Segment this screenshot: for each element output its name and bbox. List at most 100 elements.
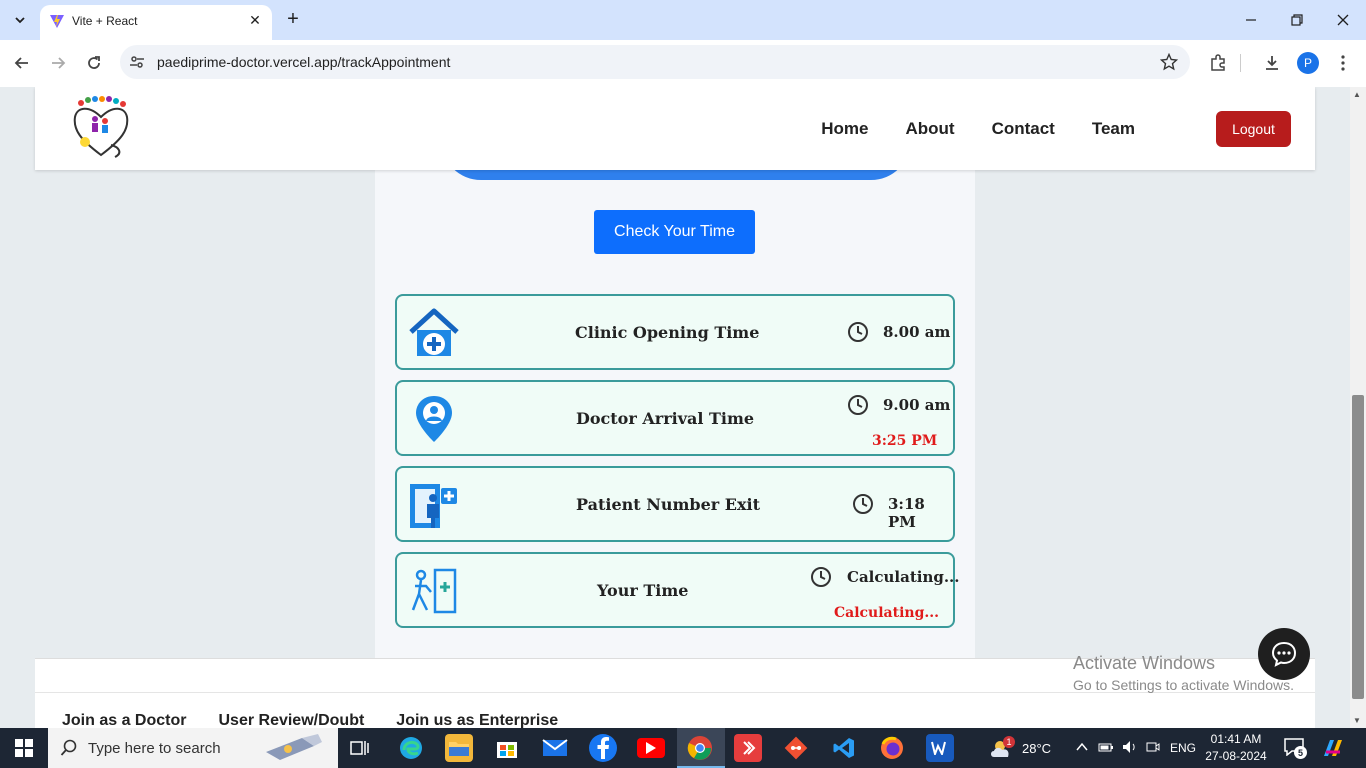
taskbar-anydesk[interactable]	[734, 734, 762, 762]
weather-widget[interactable]: 1 28°C	[988, 728, 1051, 768]
search-highlight-illustration-icon	[266, 734, 322, 760]
close-icon	[1337, 14, 1349, 26]
patient-exit-door-icon	[410, 484, 457, 528]
back-button[interactable]	[11, 52, 33, 74]
row-value: 9.00 am	[883, 396, 951, 414]
nav-links: Home About Contact Team	[821, 119, 1135, 139]
nav-team[interactable]: Team	[1092, 119, 1135, 139]
youtube-play-icon	[646, 742, 656, 754]
input-language[interactable]: ENG	[1170, 741, 1196, 755]
clinic-opening-row: Clinic Opening Time 8.00 am	[395, 294, 955, 370]
volume-icon[interactable]	[1122, 740, 1138, 757]
row-value: 8.00 am	[883, 323, 951, 341]
copilot-button[interactable]	[1320, 736, 1346, 760]
nav-home[interactable]: Home	[821, 119, 868, 139]
notification-center-button[interactable]: 5	[1284, 738, 1307, 759]
footer-links: Join as a Doctor User Review/Doubt Join …	[62, 712, 558, 728]
anydesk-icon	[743, 741, 756, 755]
search-placeholder: Type here to search	[88, 740, 221, 757]
windows-logo-icon	[15, 739, 33, 757]
reload-icon	[88, 56, 100, 69]
address-bar[interactable]: paediprime-doctor.vercel.app/trackAppoin…	[120, 45, 1190, 79]
row-label: Doctor Arrival Time	[576, 409, 755, 428]
downloads-button[interactable]	[1261, 52, 1283, 74]
row-label: Your Time	[597, 581, 689, 600]
clock-icon	[848, 395, 868, 415]
site-settings-icon[interactable]	[129, 54, 145, 70]
edge-icon	[400, 737, 422, 759]
scrollbar-thumb[interactable]	[1352, 395, 1364, 699]
taskbar-clock[interactable]: 01:41 AM 27-08-2024	[1200, 731, 1272, 765]
clock-icon	[848, 322, 868, 342]
taskbar-firefox[interactable]	[878, 734, 906, 762]
forward-button[interactable]	[47, 52, 69, 74]
close-window-button[interactable]	[1328, 8, 1358, 32]
chevron-up-icon[interactable]	[1076, 741, 1088, 755]
taskbar-facebook[interactable]	[589, 734, 617, 762]
git-icon	[784, 736, 808, 760]
puzzle-icon	[1211, 54, 1225, 71]
notification-count-badge: 5	[1294, 746, 1307, 759]
weather-badge: 1	[1003, 736, 1015, 748]
tab-title: Vite + React	[72, 14, 138, 28]
patient-exit-row: Patient Number Exit 3:18 PM	[395, 466, 955, 542]
row-label: Clinic Opening Time	[575, 323, 760, 342]
page-viewport: Home About Contact Team Logout Check You…	[0, 87, 1350, 728]
taskbar-vscode[interactable]	[830, 734, 858, 762]
row-value: Calculating...	[847, 568, 960, 586]
nav-contact[interactable]: Contact	[992, 119, 1055, 139]
taskbar-file-explorer[interactable]	[445, 734, 473, 762]
clock-time: 01:41 AM	[1210, 732, 1262, 746]
check-your-time-button[interactable]: Check Your Time	[594, 210, 755, 254]
taskbar-youtube[interactable]	[637, 738, 665, 758]
reload-button[interactable]	[83, 52, 105, 74]
start-button[interactable]	[0, 728, 48, 768]
browser-tab-bar: Vite + React ✕ +	[0, 0, 1366, 40]
scroll-down-arrow-icon[interactable]: ▼	[1353, 716, 1361, 725]
tab-close-icon[interactable]: ✕	[246, 11, 264, 29]
footer-user-review-link[interactable]: User Review/Doubt	[218, 712, 364, 728]
browser-menu-button[interactable]	[1332, 52, 1354, 74]
logout-button[interactable]: Logout	[1216, 111, 1291, 147]
taskbar-git[interactable]	[782, 734, 810, 762]
row-value: 3:18 PM	[888, 495, 925, 531]
paediprime-logo[interactable]	[71, 95, 131, 161]
restore-icon	[1291, 14, 1303, 26]
footer-join-doctor-link[interactable]: Join as a Doctor	[62, 712, 186, 728]
download-icon	[1266, 56, 1278, 70]
new-tab-button[interactable]: +	[283, 9, 303, 29]
meet-now-icon[interactable]	[1146, 740, 1160, 757]
browser-toolbar: paediprime-doctor.vercel.app/trackAppoin…	[0, 40, 1366, 87]
windows-taskbar: Type here to search 1 28°C ENG 01:41 AM …	[0, 728, 1366, 768]
tab-search-dropdown[interactable]	[8, 9, 32, 31]
battery-network-icon[interactable]	[1098, 741, 1114, 756]
taskbar-store[interactable]	[493, 734, 521, 762]
nav-about[interactable]: About	[905, 119, 954, 139]
page-scrollbar[interactable]: ▲ ▼	[1350, 87, 1366, 728]
weather-temperature: 28°C	[1022, 740, 1052, 756]
chat-bubble-icon	[1271, 641, 1297, 667]
taskbar-search-box[interactable]: Type here to search	[48, 728, 338, 768]
track-appointment-panel: Check Your Time Clinic Opening Time 8.00…	[375, 87, 975, 658]
taskbar-chrome-active[interactable]	[677, 728, 725, 768]
taskbar-edge[interactable]	[397, 734, 425, 762]
bookmark-star-icon[interactable]	[1160, 53, 1178, 71]
chrome-icon	[687, 736, 712, 760]
vite-logo-icon	[50, 15, 64, 28]
facebook-icon	[597, 737, 609, 759]
taskbar-mail[interactable]	[541, 734, 569, 762]
taskbar-word[interactable]	[926, 734, 954, 762]
site-navbar: Home About Contact Team Logout	[35, 87, 1315, 170]
browser-tab[interactable]: Vite + React ✕	[40, 5, 272, 40]
scroll-up-arrow-icon[interactable]: ▲	[1353, 90, 1361, 99]
chat-button[interactable]	[1258, 628, 1310, 680]
footer-join-enterprise-link[interactable]: Join us as Enterprise	[396, 712, 558, 728]
minimize-button[interactable]	[1236, 8, 1266, 32]
row-secondary-value: 3:25 PM	[872, 433, 938, 449]
restore-button[interactable]	[1282, 8, 1312, 32]
more-vertical-icon	[1341, 55, 1345, 71]
profile-avatar[interactable]: P	[1297, 52, 1319, 74]
extensions-button[interactable]	[1207, 52, 1229, 74]
firefox-icon	[881, 736, 903, 759]
task-view-button[interactable]	[346, 734, 374, 762]
